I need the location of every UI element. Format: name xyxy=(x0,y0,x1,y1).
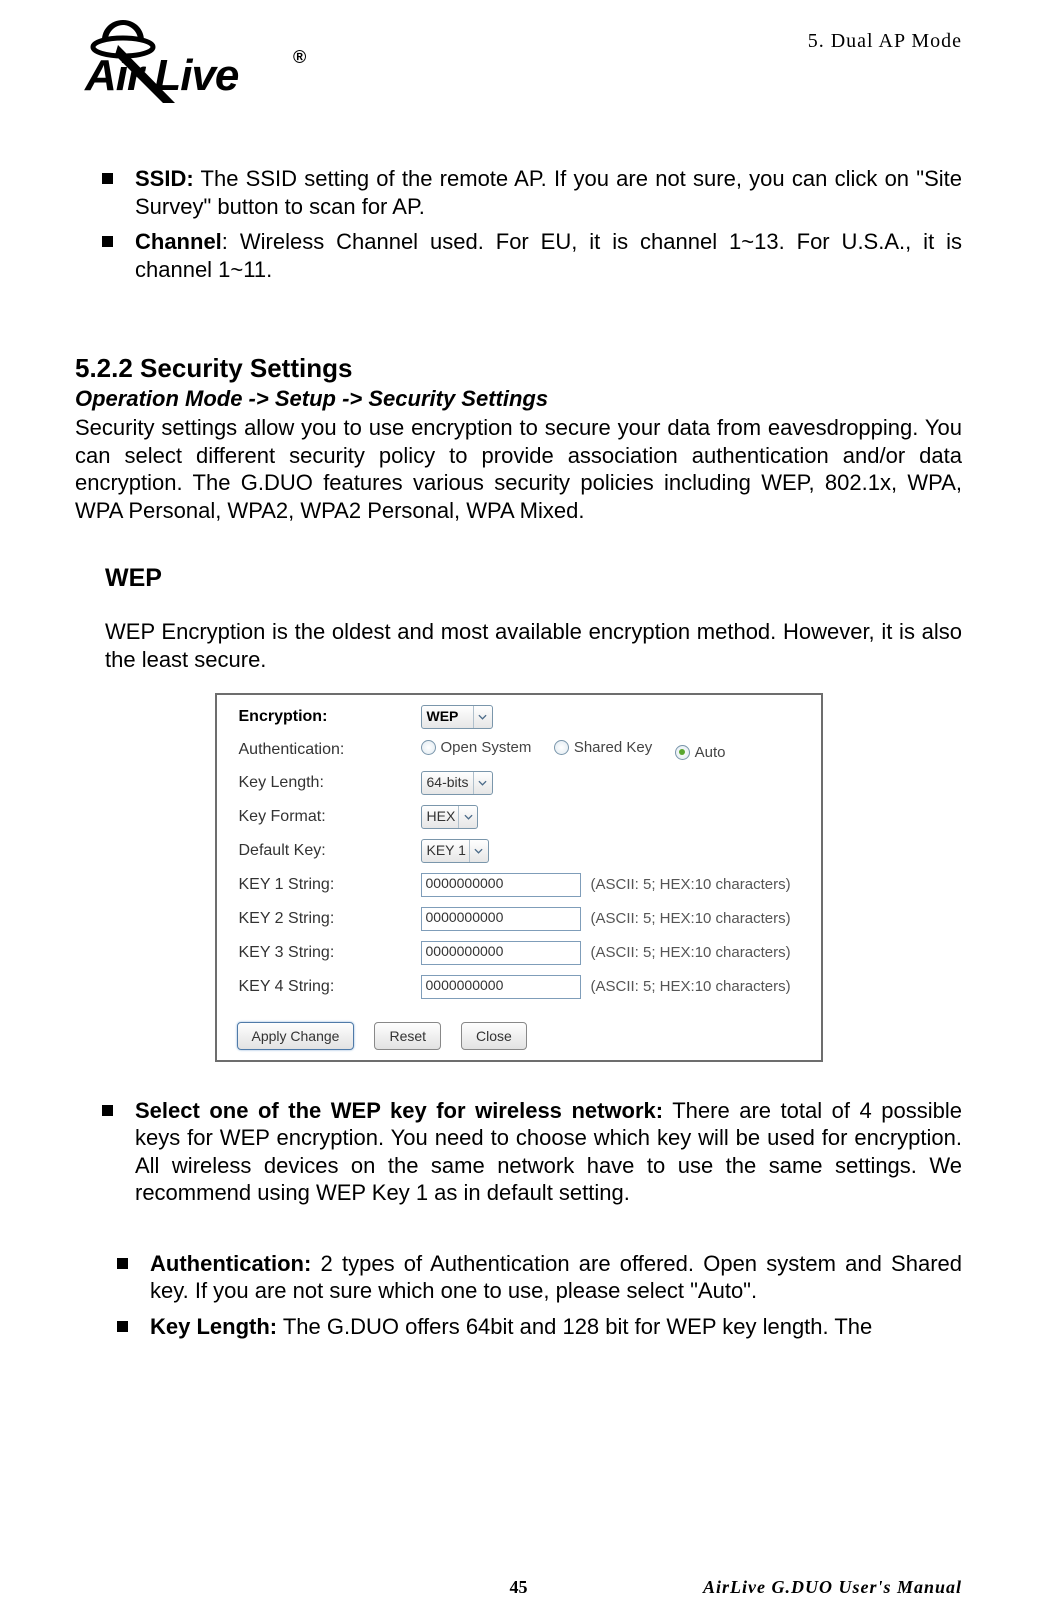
key-format-label: Key Format: xyxy=(217,800,399,834)
chapter-label: 5. Dual AP Mode xyxy=(808,30,962,53)
manual-name: AirLive G.DUO User's Manual xyxy=(703,1577,962,1598)
key1-hint: (ASCII: 5; HEX:10 characters) xyxy=(581,876,791,893)
key4-label: KEY 4 String: xyxy=(217,970,399,1004)
section-heading: 5.2.2 Security Settings xyxy=(75,353,962,384)
bullet-select-wep-key: Select one of the WEP key for wireless n… xyxy=(75,1097,962,1207)
bullets-auth-keylength: Authentication: 2 types of Authenticatio… xyxy=(75,1250,962,1341)
bullet-channel: Channel: Wireless Channel used. For EU, … xyxy=(75,228,962,283)
panel-button-row: Apply Change Reset Close xyxy=(217,1004,821,1060)
chevron-down-icon xyxy=(473,772,492,794)
page-header: Air Live ® 5. Dual AP Mode xyxy=(75,20,962,110)
airlive-logo: Air Live ® xyxy=(75,15,335,110)
key3-label: KEY 3 String: xyxy=(217,936,399,970)
close-button[interactable]: Close xyxy=(461,1022,527,1050)
svg-text:®: ® xyxy=(293,47,306,67)
key2-label: KEY 2 String: xyxy=(217,902,399,936)
bullet-key-length: Key Length: The G.DUO offers 64bit and 1… xyxy=(75,1313,962,1341)
key3-hint: (ASCII: 5; HEX:10 characters) xyxy=(581,944,791,961)
chevron-down-icon xyxy=(458,806,477,828)
bullet-authentication: Authentication: 2 types of Authenticatio… xyxy=(75,1250,962,1305)
breadcrumb: Operation Mode -> Setup -> Security Sett… xyxy=(75,386,962,412)
key4-input[interactable]: 0000000000 xyxy=(421,975,581,999)
radio-auto[interactable]: Auto xyxy=(675,744,726,761)
key-length-label: Key Length: xyxy=(217,766,399,800)
default-key-label: Default Key: xyxy=(217,834,399,868)
reset-button[interactable]: Reset xyxy=(374,1022,441,1050)
key3-input[interactable]: 0000000000 xyxy=(421,941,581,965)
radio-open-system[interactable]: Open System xyxy=(421,739,532,756)
chevron-down-icon xyxy=(473,706,492,728)
apply-change-button[interactable]: Apply Change xyxy=(237,1022,355,1050)
key1-input[interactable]: 0000000000 xyxy=(421,873,581,897)
bullets-select-key: Select one of the WEP key for wireless n… xyxy=(75,1097,962,1207)
wep-paragraph: WEP Encryption is the oldest and most av… xyxy=(105,618,962,673)
bullet-ssid: SSID: The SSID setting of the remote AP.… xyxy=(75,165,962,220)
svg-text:Air Live: Air Live xyxy=(84,51,239,100)
bullets-ssid-channel: SSID: The SSID setting of the remote AP.… xyxy=(75,165,962,283)
authentication-radio-group: Open System Shared Key Auto xyxy=(399,734,821,766)
key1-label: KEY 1 String: xyxy=(217,868,399,902)
key-length-select[interactable]: 64-bits xyxy=(421,771,493,795)
default-key-select[interactable]: KEY 1 xyxy=(421,839,489,863)
wep-heading: WEP xyxy=(105,564,962,593)
section-paragraph: Security settings allow you to use encry… xyxy=(75,414,962,524)
radio-shared-key[interactable]: Shared Key xyxy=(554,739,652,756)
key-format-select[interactable]: HEX xyxy=(421,805,479,829)
page-number: 45 xyxy=(510,1577,528,1598)
wep-settings-panel: Encryption: WEP Authentication: Open Sys… xyxy=(215,693,823,1062)
encryption-select[interactable]: WEP xyxy=(421,705,493,729)
key2-input[interactable]: 0000000000 xyxy=(421,907,581,931)
encryption-label: Encryption: xyxy=(217,700,399,734)
page-footer: 45 AirLive G.DUO User's Manual xyxy=(75,1577,962,1598)
chevron-down-icon xyxy=(469,840,488,862)
key4-hint: (ASCII: 5; HEX:10 characters) xyxy=(581,978,791,995)
authentication-label: Authentication: xyxy=(217,734,399,766)
key2-hint: (ASCII: 5; HEX:10 characters) xyxy=(581,910,791,927)
